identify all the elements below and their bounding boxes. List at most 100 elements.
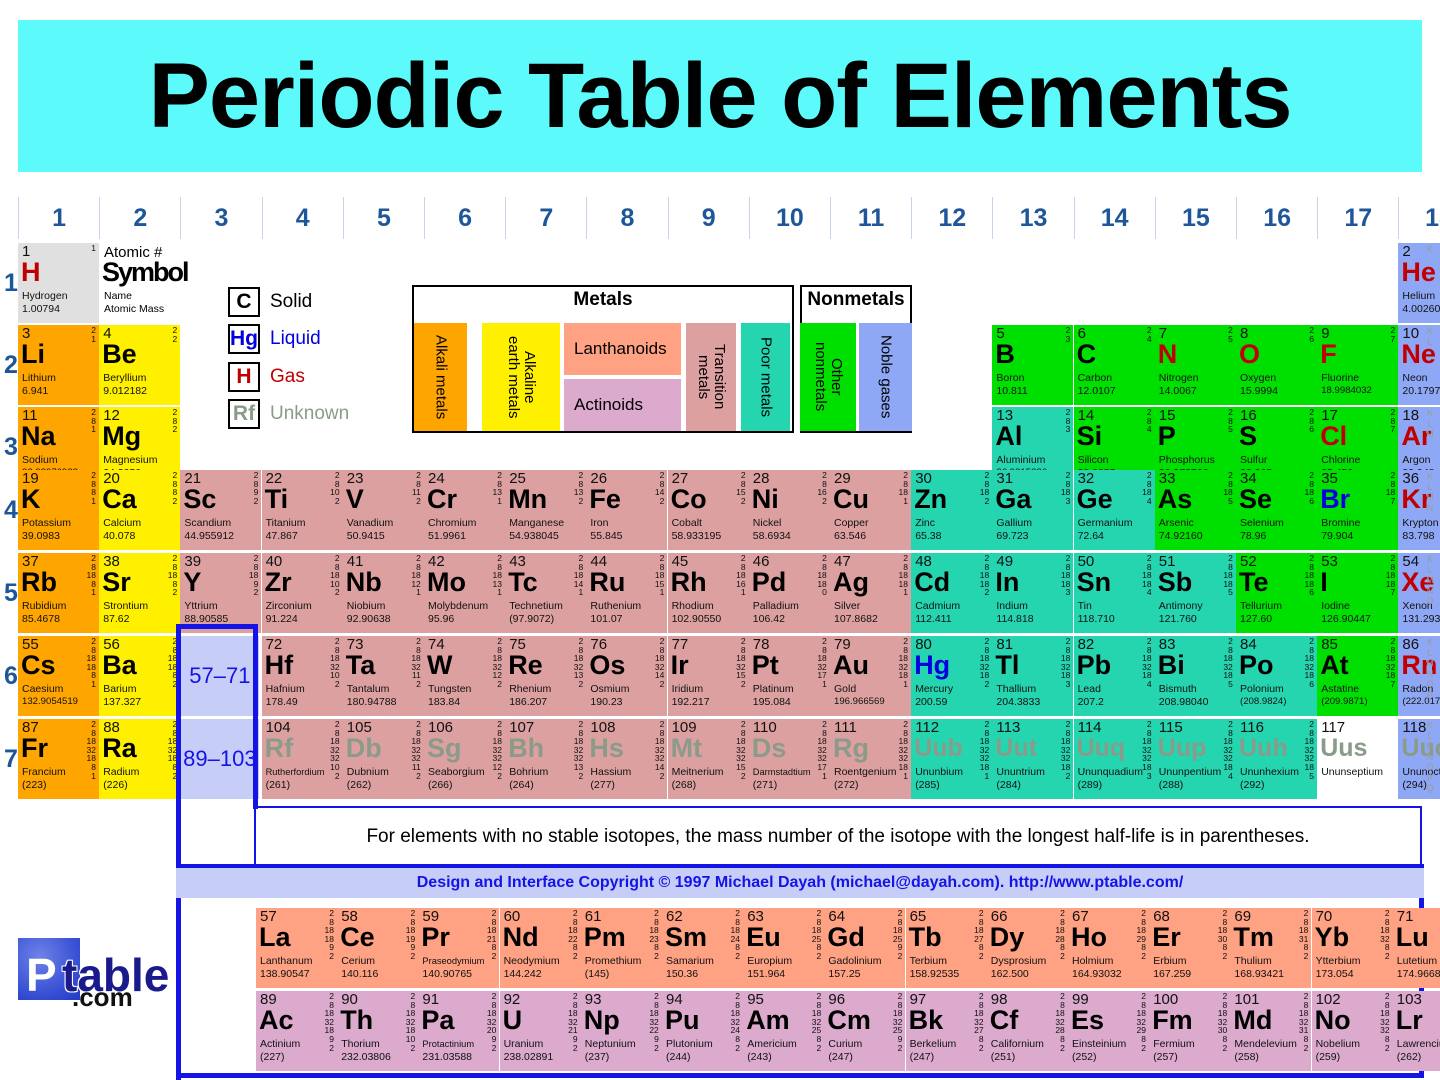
element-cell-Li[interactable]: 3LiLithium6.94121 [18, 325, 99, 405]
element-cell-Am[interactable]: 95AmAmericium(243)2818322582 [743, 991, 824, 1071]
category-swatch-other-nonmetals[interactable]: Other nonmetals [800, 323, 856, 431]
group-number-14[interactable]: 14 [1074, 197, 1155, 239]
element-cell-Cs[interactable]: 55CsCaesium132.905451928181881 [18, 636, 99, 716]
element-cell-Es[interactable]: 99EsEinsteinium(252)2818322982 [1068, 991, 1149, 1071]
element-cell-At[interactable]: 85AtAstatine(209.9871)281832187 [1317, 636, 1398, 716]
element-cell-K[interactable]: 19KPotassium39.09832881 [18, 470, 99, 550]
element-cell-Te[interactable]: 52TeTellurium127.602818186 [1236, 553, 1317, 633]
element-cell-Ni[interactable]: 28NiNickel58.693428162 [749, 470, 830, 550]
element-cell-Fr[interactable]: 87FrFrancium(223)2818321881 [18, 719, 99, 799]
element-cell-Rf[interactable]: 104RfRutherfordium(261)28183232102 [262, 719, 343, 799]
element-cell-Eu[interactable]: 63EuEuropium151.96428182582 [743, 908, 824, 988]
element-cell-Os[interactable]: 76OsOsmium190.23281832142 [586, 636, 667, 716]
element-cell-Ta[interactable]: 73TaTantalum180.94788281832112 [343, 636, 424, 716]
element-cell-Fe[interactable]: 26FeIron55.84528142 [586, 470, 667, 550]
element-cell-Mt[interactable]: 109MtMeitnerium(268)28183232152 [668, 719, 749, 799]
group-number-15[interactable]: 15 [1155, 197, 1236, 239]
element-cell-Au[interactable]: 79AuGold196.966569281832181 [830, 636, 911, 716]
group-number-4[interactable]: 4 [262, 197, 343, 239]
element-cell-Pm[interactable]: 61PmPromethium(145)28182382 [581, 908, 662, 988]
element-cell-Uuq[interactable]: 114UuqUnunquadium(289)28183232183 [1074, 719, 1155, 799]
element-cell-B[interactable]: 5BBoron10.81123 [992, 325, 1073, 405]
category-swatch-alkali-metals[interactable]: Alkali metals [414, 323, 467, 431]
element-cell-Ge[interactable]: 32GeGermanium72.6428184 [1074, 470, 1155, 550]
element-cell-Pr[interactable]: 59PrPraseodymium140.9076528182182 [418, 908, 499, 988]
element-cell-Co[interactable]: 27CoCobalt58.93319528152 [668, 470, 749, 550]
category-swatch-noble-gases[interactable]: Noble gases [859, 323, 912, 431]
element-cell-Uup[interactable]: 115UupUnunpentium(288)28183232184 [1155, 719, 1236, 799]
group-number-12[interactable]: 12 [911, 197, 992, 239]
element-cell-Bk[interactable]: 97BkBerkelium(247)2818322782 [906, 991, 987, 1071]
group-number-8[interactable]: 8 [586, 197, 667, 239]
element-cell-F[interactable]: 9FFluorine18.998403227 [1317, 325, 1398, 405]
element-cell-Pb[interactable]: 82PbLead207.2281832184 [1074, 636, 1155, 716]
element-cell-U[interactable]: 92UUranium238.028912818322192 [500, 991, 581, 1071]
element-cell-Cf[interactable]: 98CfCalifornium(251)2818322882 [987, 991, 1068, 1071]
element-cell-Rg[interactable]: 111RgRoentgenium(272)28183232181 [830, 719, 911, 799]
element-cell-Th[interactable]: 90ThThorium232.0380628183218102 [337, 991, 418, 1071]
element-cell-W[interactable]: 74WTungsten183.84281832122 [424, 636, 505, 716]
category-swatch-lanthanoids[interactable]: Lanthanoids [564, 323, 681, 375]
group-number-5[interactable]: 5 [343, 197, 424, 239]
group-number-17[interactable]: 17 [1317, 197, 1398, 239]
element-cell-I[interactable]: 53IIodine126.904472818187 [1317, 553, 1398, 633]
group-number-16[interactable]: 16 [1236, 197, 1317, 239]
element-cell-Sr[interactable]: 38SrStrontium87.62281882 [99, 553, 180, 633]
element-cell-As[interactable]: 33AsArsenic74.9216028185 [1155, 470, 1236, 550]
element-cell-Ds[interactable]: 110DsDarmstadtium(271)28183232171 [749, 719, 830, 799]
element-cell-Pu[interactable]: 94PuPlutonium(244)2818322482 [662, 991, 743, 1071]
element-cell-Uut[interactable]: 113UutUnuntrium(284)28183232182 [992, 719, 1073, 799]
element-cell-Tm[interactable]: 69TmThulium168.9342128183182 [1230, 908, 1311, 988]
element-cell-O[interactable]: 8OOxygen15.999426 [1236, 325, 1317, 405]
element-cell-Rb[interactable]: 37RbRubidium85.4678281881 [18, 553, 99, 633]
placeholder-lanthanoids[interactable]: 57–71 [180, 636, 259, 716]
element-cell-Re[interactable]: 75ReRhenium186.207281832132 [505, 636, 586, 716]
element-cell-Hf[interactable]: 72HfHafnium178.49281832102 [262, 636, 343, 716]
element-cell-C[interactable]: 6CCarbon12.010724 [1074, 325, 1155, 405]
element-cell-Ra[interactable]: 88RaRadium(226)2818321882 [99, 719, 180, 799]
element-cell-Br[interactable]: 35BrBromine79.90428187 [1317, 470, 1398, 550]
ptable-logo[interactable]: P table .com [12, 930, 162, 1010]
element-cell-Cm[interactable]: 96CmCurium(247)2818322592 [824, 991, 905, 1071]
element-cell-He[interactable]: 2HeHelium4.0026022 [1398, 243, 1440, 323]
element-cell-Ac[interactable]: 89AcActinium(227)2818321892 [256, 991, 337, 1071]
element-cell-Yb[interactable]: 70YbYtterbium173.05428183282 [1312, 908, 1393, 988]
element-cell-Db[interactable]: 105DbDubnium(262)28183232112 [343, 719, 424, 799]
element-cell-Rh[interactable]: 45RhRhodium102.905502818161 [668, 553, 749, 633]
element-cell-Ca[interactable]: 20CaCalcium40.0782882 [99, 470, 180, 550]
element-cell-Tb[interactable]: 65TbTerbium158.9253528182782 [906, 908, 987, 988]
element-cell-N[interactable]: 7NNitrogen14.006725 [1155, 325, 1236, 405]
element-cell-Lr[interactable]: 103LrLawrencium(262)2818323292 [1393, 991, 1440, 1071]
element-cell-Mo[interactable]: 42MoMolybdenum95.962818131 [424, 553, 505, 633]
group-number-13[interactable]: 13 [992, 197, 1073, 239]
element-cell-Sn[interactable]: 50SnTin118.7102818184 [1074, 553, 1155, 633]
element-cell-Y[interactable]: 39YYttrium88.90585281892 [180, 553, 261, 633]
element-cell-Ir[interactable]: 77IrIridium192.217281832152 [668, 636, 749, 716]
group-number-6[interactable]: 6 [424, 197, 505, 239]
element-cell-Pa[interactable]: 91PaProtactinium231.035882818322092 [418, 991, 499, 1071]
element-cell-Gd[interactable]: 64GdGadolinium157.2528182592 [824, 908, 905, 988]
element-cell-Fm[interactable]: 100FmFermium(257)2818323082 [1149, 991, 1230, 1071]
group-number-7[interactable]: 7 [505, 197, 586, 239]
element-cell-Be[interactable]: 4BeBeryllium9.01218222 [99, 325, 180, 405]
element-cell-Uuh[interactable]: 116UuhUnunhexium(292)28183232185 [1236, 719, 1317, 799]
element-cell-La[interactable]: 57LaLanthanum138.9054728181892 [256, 908, 337, 988]
element-cell-Uub[interactable]: 112UubUnunbium(285)28183232181 [911, 719, 992, 799]
element-cell-Cu[interactable]: 29CuCopper63.54628181 [830, 470, 911, 550]
element-cell-Se[interactable]: 34SeSelenium78.9628186 [1236, 470, 1317, 550]
element-cell-Nb[interactable]: 41NbNiobium92.906382818121 [343, 553, 424, 633]
group-number-9[interactable]: 9 [668, 197, 749, 239]
element-cell-Ce[interactable]: 58CeCerium140.11628181992 [337, 908, 418, 988]
element-cell-Lu[interactable]: 71LuLutetium174.966828183292 [1393, 908, 1440, 988]
element-cell-Nd[interactable]: 60NdNeodymium144.24228182282 [500, 908, 581, 988]
category-swatch-poor-metals[interactable]: Poor metals [741, 323, 790, 431]
element-cell-Zr[interactable]: 40ZrZirconium91.2242818102 [262, 553, 343, 633]
element-cell-Ga[interactable]: 31GaGallium69.72328183 [992, 470, 1073, 550]
element-cell-Bh[interactable]: 107BhBohrium(264)28183232132 [505, 719, 586, 799]
element-cell-Np[interactable]: 93NpNeptunium(237)2818322292 [581, 991, 662, 1071]
category-swatch-alkaline-earth-metals[interactable]: Alkaline earth metals [482, 323, 560, 431]
element-cell-Sm[interactable]: 62SmSamarium150.3628182482 [662, 908, 743, 988]
group-number-2[interactable]: 2 [99, 197, 180, 239]
element-cell-H[interactable]: 1HHydrogen1.007941 [18, 243, 99, 323]
placeholder-actinoids[interactable]: 89–103 [180, 719, 259, 799]
